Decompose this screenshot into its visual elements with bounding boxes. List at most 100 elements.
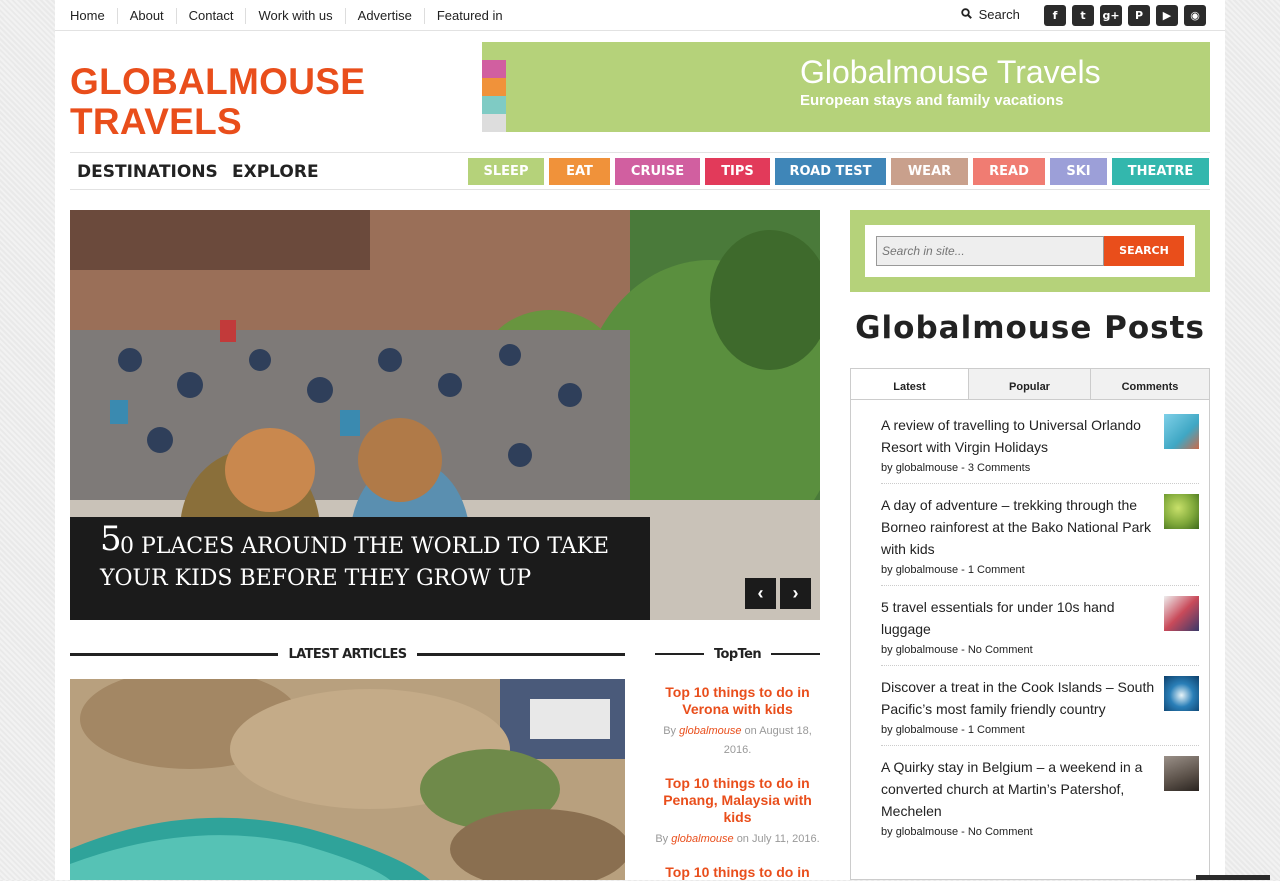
post-comments-link[interactable]: 3 Comments bbox=[968, 462, 1030, 474]
banner-square-orange bbox=[482, 78, 506, 96]
twitter-icon[interactable]: t bbox=[1072, 5, 1094, 26]
topnav-featured-in[interactable]: Featured in bbox=[423, 7, 515, 24]
topten-heading: TopTen bbox=[655, 644, 820, 664]
tab-comments[interactable]: Comments bbox=[1091, 369, 1209, 400]
post-meta: by globalmouse - 3 Comments bbox=[881, 462, 1201, 474]
tab-latest[interactable]: Latest bbox=[851, 369, 969, 400]
post-meta: by globalmouse - No Comment bbox=[881, 826, 1201, 838]
topnav-contact[interactable]: Contact bbox=[175, 7, 246, 24]
post-comments-link[interactable]: 1 Comment bbox=[968, 724, 1025, 736]
category-eat[interactable]: EAT bbox=[549, 158, 610, 185]
post-meta: by globalmouse - No Comment bbox=[881, 644, 1201, 656]
meta-dash: - bbox=[961, 644, 965, 656]
post-divider bbox=[881, 665, 1199, 666]
post-author[interactable]: globalmouse bbox=[896, 462, 958, 474]
search-icon bbox=[961, 8, 972, 19]
hero-caption[interactable]: 5 0 PLACES AROUND THE WORLD TO TAKE YOUR… bbox=[70, 517, 650, 620]
post-thumbnail[interactable] bbox=[1164, 494, 1199, 529]
latest-article-image[interactable] bbox=[70, 679, 625, 880]
topten-item-meta: By globalmouse on August 18, 2016. bbox=[655, 722, 820, 760]
banner-subtitle: European stays and family vacations bbox=[800, 92, 1064, 109]
heading-rule bbox=[70, 652, 279, 656]
heading-rule bbox=[416, 652, 626, 656]
category-theatre[interactable]: THEATRE bbox=[1112, 158, 1209, 185]
scroll-to-top-tab[interactable] bbox=[1196, 875, 1270, 880]
rss-icon[interactable]: ◉ bbox=[1184, 5, 1206, 26]
latest-articles-heading: LATEST ARTICLES bbox=[70, 644, 626, 664]
post-comments-link[interactable]: No Comment bbox=[968, 644, 1033, 656]
facebook-icon[interactable]: f bbox=[1044, 5, 1066, 26]
topnav-about[interactable]: About bbox=[116, 7, 176, 24]
topten-item-title[interactable]: Top 10 things to do in Verona with kids bbox=[655, 684, 820, 718]
category-read[interactable]: READ bbox=[973, 158, 1045, 185]
slider-next-button[interactable]: › bbox=[780, 578, 811, 609]
nav-destinations[interactable]: DESTINATIONS bbox=[77, 162, 218, 182]
google-plus-icon[interactable]: g+ bbox=[1100, 5, 1122, 26]
post-divider bbox=[881, 585, 1199, 586]
meta-by: by bbox=[881, 826, 893, 838]
header-banner[interactable]: Globalmouse Travels European stays and f… bbox=[482, 42, 1210, 132]
category-sleep[interactable]: SLEEP bbox=[468, 158, 544, 185]
category-wear[interactable]: WEAR bbox=[891, 158, 968, 185]
latest-articles-label: LATEST ARTICLES bbox=[288, 646, 407, 662]
meta-dash: - bbox=[961, 826, 965, 838]
post-title[interactable]: A Quirky stay in Belgium – a weekend in … bbox=[881, 756, 1161, 822]
topten-item: Top 10 things to do in Verona with kids … bbox=[655, 684, 820, 760]
banner-square-teal bbox=[482, 96, 506, 114]
post-item: A Quirky stay in Belgium – a weekend in … bbox=[881, 756, 1201, 838]
topnav-work-with-us[interactable]: Work with us bbox=[245, 7, 344, 24]
topten-item: Top 10 things to do in bbox=[655, 864, 820, 881]
topten-item-meta: By globalmouse on July 11, 2016. bbox=[655, 830, 820, 849]
meta-by: By bbox=[655, 833, 669, 845]
site-search-input[interactable] bbox=[876, 236, 1104, 266]
topten-item-title[interactable]: Top 10 things to do in Penang, Malaysia … bbox=[655, 775, 820, 826]
article-photo bbox=[70, 679, 625, 880]
topten-item: Top 10 things to do in Penang, Malaysia … bbox=[655, 775, 820, 849]
post-divider bbox=[881, 483, 1199, 484]
logo-line-2: TRAVELS bbox=[70, 101, 243, 142]
meta-dash: - bbox=[961, 724, 965, 736]
post-thumbnail[interactable] bbox=[1164, 676, 1199, 711]
page-container: Home About Contact Work with us Advertis… bbox=[55, 0, 1270, 881]
post-comments-link[interactable]: No Comment bbox=[968, 826, 1033, 838]
topten-item-title[interactable]: Top 10 things to do in bbox=[655, 864, 820, 881]
category-cruise[interactable]: CRUISE bbox=[615, 158, 700, 185]
slider-prev-button[interactable]: ‹ bbox=[745, 578, 776, 609]
post-author[interactable]: globalmouse bbox=[896, 644, 958, 656]
post-author[interactable]: globalmouse bbox=[896, 724, 958, 736]
banner-title: Globalmouse Travels bbox=[800, 54, 1101, 90]
top-search-label: Search bbox=[978, 7, 1020, 22]
post-title[interactable]: Discover a treat in the Cook Islands – S… bbox=[881, 676, 1161, 720]
post-title[interactable]: A review of travelling to Universal Orla… bbox=[881, 414, 1161, 458]
meta-author[interactable]: globalmouse bbox=[671, 833, 733, 845]
pinterest-icon[interactable]: P bbox=[1128, 5, 1150, 26]
site-logo[interactable]: GLOBALMOUSE TRAVELS bbox=[70, 62, 400, 142]
post-author[interactable]: globalmouse bbox=[896, 826, 958, 838]
post-thumbnail[interactable] bbox=[1164, 756, 1199, 791]
topnav-advertise[interactable]: Advertise bbox=[344, 7, 424, 24]
nav-explore[interactable]: EXPLORE bbox=[232, 162, 319, 182]
topnav-home[interactable]: Home bbox=[70, 8, 117, 24]
meta-date: on July 11, 2016. bbox=[736, 833, 820, 845]
post-thumbnail[interactable] bbox=[1164, 414, 1199, 449]
meta-dash: - bbox=[961, 462, 965, 474]
post-comments-link[interactable]: 1 Comment bbox=[968, 564, 1025, 576]
posts-tab-row: Latest Popular Comments bbox=[851, 369, 1209, 400]
post-author[interactable]: globalmouse bbox=[896, 564, 958, 576]
hero-slider[interactable]: 5 0 PLACES AROUND THE WORLD TO TAKE YOUR… bbox=[70, 210, 820, 620]
post-thumbnail[interactable] bbox=[1164, 596, 1199, 631]
site-search-button[interactable]: SEARCH bbox=[1104, 236, 1184, 266]
meta-author[interactable]: globalmouse bbox=[679, 725, 741, 737]
post-title[interactable]: 5 travel essentials for under 10s hand l… bbox=[881, 596, 1161, 640]
post-title[interactable]: A day of adventure – trekking through th… bbox=[881, 494, 1161, 560]
youtube-icon[interactable]: ▶ bbox=[1156, 5, 1178, 26]
category-road-test[interactable]: ROAD TEST bbox=[775, 158, 886, 185]
tab-popular[interactable]: Popular bbox=[969, 369, 1091, 400]
category-nav: SLEEP EAT CRUISE TIPS ROAD TEST WEAR REA… bbox=[468, 158, 1209, 185]
category-ski[interactable]: SKI bbox=[1050, 158, 1107, 185]
posts-tabs-widget: Latest Popular Comments A review of trav… bbox=[850, 368, 1210, 880]
hero-caption-title[interactable]: 0 PLACES AROUND THE WORLD TO TAKE YOUR K… bbox=[100, 531, 640, 595]
topten-label: TopTen bbox=[714, 646, 762, 662]
category-tips[interactable]: TIPS bbox=[705, 158, 770, 185]
top-search-link[interactable]: Search bbox=[961, 7, 1020, 22]
